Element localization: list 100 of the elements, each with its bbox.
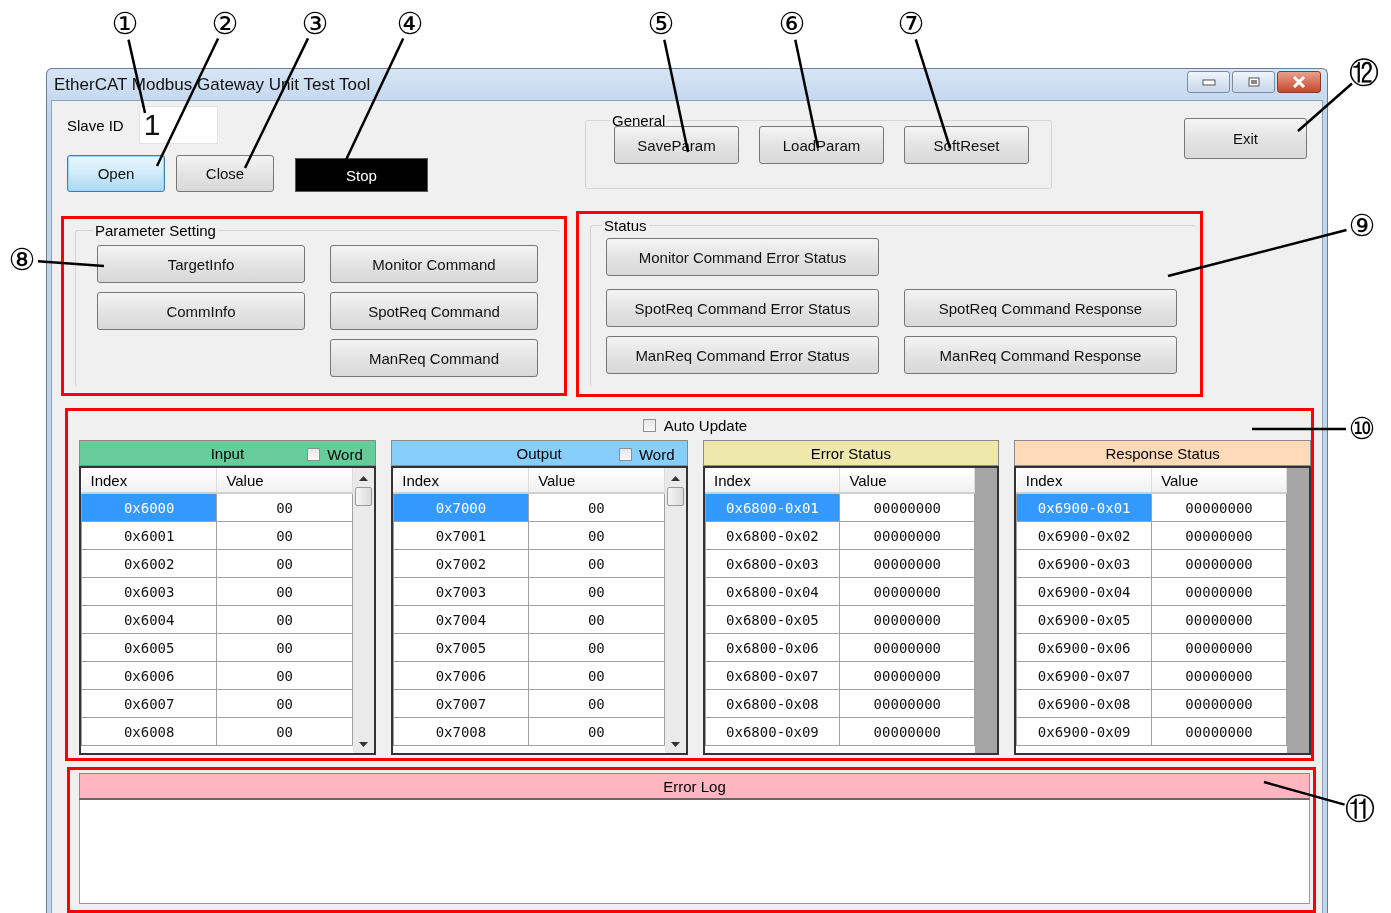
table-cell[interactable]: 0x6007 [81,689,217,718]
table-cell[interactable]: 0x6900-0x02 [1016,521,1152,550]
table-cell[interactable]: 0x6900-0x03 [1016,549,1152,578]
table-cell[interactable]: 0x7001 [393,521,529,550]
scrollbar[interactable] [664,468,686,753]
minimize-button[interactable] [1187,70,1230,93]
param-button[interactable]: SoftReset [904,126,1029,164]
table-cell[interactable]: 00 [528,577,664,606]
column-header[interactable]: Value [528,468,664,493]
table-cell[interactable]: 0x6003 [81,577,217,606]
table-cell[interactable]: 00000000 [1151,605,1287,634]
setting-button[interactable]: SpotReq Command [330,292,538,330]
setting-button[interactable]: TargetInfo [97,245,305,283]
checkbox[interactable] [307,448,321,461]
table-cell[interactable]: 00 [528,633,664,662]
table-cell[interactable]: 0x6008 [81,717,217,746]
table-cell[interactable]: 0x6800-0x03 [705,549,840,578]
table-cell[interactable]: 0x6002 [81,549,217,578]
table-cell[interactable]: 00 [216,493,353,522]
table-cell[interactable]: 0x6900-0x09 [1016,717,1152,746]
table-cell[interactable]: 0x6800-0x05 [705,605,840,634]
column-header[interactable]: Value [216,468,353,493]
status-button[interactable]: ManReq Command Error Status [606,336,879,374]
close-button[interactable] [1277,70,1321,93]
table-cell[interactable]: 0x6005 [81,633,217,662]
table-cell[interactable]: 0x6001 [81,521,217,550]
table-cell[interactable]: 0x6800-0x02 [705,521,840,550]
table-cell[interactable]: 0x6900-0x04 [1016,577,1152,606]
table-cell[interactable]: 00 [216,633,353,662]
column-header[interactable]: Value [839,468,975,493]
table-cell[interactable]: 00000000 [1151,493,1287,522]
table-cell[interactable]: 00000000 [1151,661,1287,690]
table-cell[interactable]: 0x7003 [393,577,529,606]
table-cell[interactable]: 00 [528,521,664,550]
table-cell[interactable]: 00000000 [839,521,975,550]
table-cell[interactable]: 0x6004 [81,605,217,634]
table-cell[interactable]: 0x6800-0x09 [705,717,840,746]
column-header[interactable]: Index [81,468,217,493]
table-cell[interactable]: 0x7008 [393,717,529,746]
table-cell[interactable]: 00000000 [1151,521,1287,550]
table-cell[interactable]: 0x7002 [393,549,529,578]
exit-button[interactable]: Exit [1184,118,1307,159]
table-cell[interactable]: 0x6800-0x07 [705,661,840,690]
table-cell[interactable]: 00 [528,689,664,718]
table-cell[interactable]: 00000000 [1151,633,1287,662]
param-button[interactable]: LoadParam [759,126,884,164]
table-cell[interactable]: 0x6800-0x06 [705,633,840,662]
table-cell[interactable]: 00 [528,493,664,522]
table-cell[interactable]: 0x7004 [393,605,529,634]
table-cell[interactable]: 00000000 [839,661,975,690]
table-cell[interactable]: 0x6900-0x07 [1016,661,1152,690]
status-button[interactable]: SpotReq Command Response [904,289,1177,327]
column-header[interactable]: Index [1016,468,1152,493]
setting-button[interactable]: ManReq Command [330,339,538,377]
connection-button[interactable]: Close [176,155,274,192]
table-cell[interactable]: 00000000 [839,633,975,662]
table-cell[interactable]: 00 [216,689,353,718]
table-cell[interactable]: 00000000 [839,493,975,522]
table-cell[interactable]: 0x6800-0x08 [705,689,840,718]
status-button[interactable]: ManReq Command Response [904,336,1177,374]
scrollbar-thumb[interactable] [354,487,372,506]
setting-button[interactable]: CommInfo [97,292,305,330]
table-cell[interactable]: 00 [528,661,664,690]
slave-id-field[interactable]: 1 [138,106,218,144]
checkbox[interactable] [642,418,656,432]
column-header[interactable]: Index [705,468,840,493]
connection-button[interactable]: Open [67,155,165,192]
column-header[interactable]: Index [393,468,529,493]
table-cell[interactable]: 0x6900-0x08 [1016,689,1152,718]
table-cell[interactable]: 00000000 [1151,549,1287,578]
status-button[interactable]: SpotReq Command Error Status [606,289,879,327]
table-cell[interactable]: 00 [216,549,353,578]
maximize-button[interactable] [1232,70,1275,93]
table-cell[interactable]: 0x7006 [393,661,529,690]
checkbox[interactable] [618,448,632,461]
status-button[interactable]: Monitor Command Error Status [606,238,879,276]
table-cell[interactable]: 00000000 [1151,577,1287,606]
column-header[interactable]: Value [1151,468,1287,493]
scrollbar-thumb[interactable] [666,487,684,506]
table-cell[interactable]: 0x6900-0x06 [1016,633,1152,662]
table-cell[interactable]: 00000000 [839,689,975,718]
table-cell[interactable]: 00000000 [1151,689,1287,718]
setting-button[interactable]: Monitor Command [330,245,538,283]
table-cell[interactable]: 0x7007 [393,689,529,718]
table-cell[interactable]: 00 [216,577,353,606]
stop-indicator[interactable]: Stop [295,158,428,192]
table-cell[interactable]: 00000000 [1151,717,1287,746]
table-cell[interactable]: 0x6006 [81,661,217,690]
table-cell[interactable]: 00 [528,549,664,578]
table-cell[interactable]: 0x6900-0x05 [1016,605,1152,634]
table-cell[interactable]: 00 [216,521,353,550]
table-cell[interactable]: 00000000 [839,605,975,634]
scrollbar[interactable] [352,468,374,753]
table-cell[interactable]: 00000000 [839,717,975,746]
table-cell[interactable]: 00 [216,605,353,634]
table-cell[interactable]: 0x6800-0x04 [705,577,840,606]
table-cell[interactable]: 0x7005 [393,633,529,662]
table-cell[interactable]: 00000000 [839,577,975,606]
table-cell[interactable]: 00 [216,661,353,690]
table-cell[interactable]: 00 [528,605,664,634]
